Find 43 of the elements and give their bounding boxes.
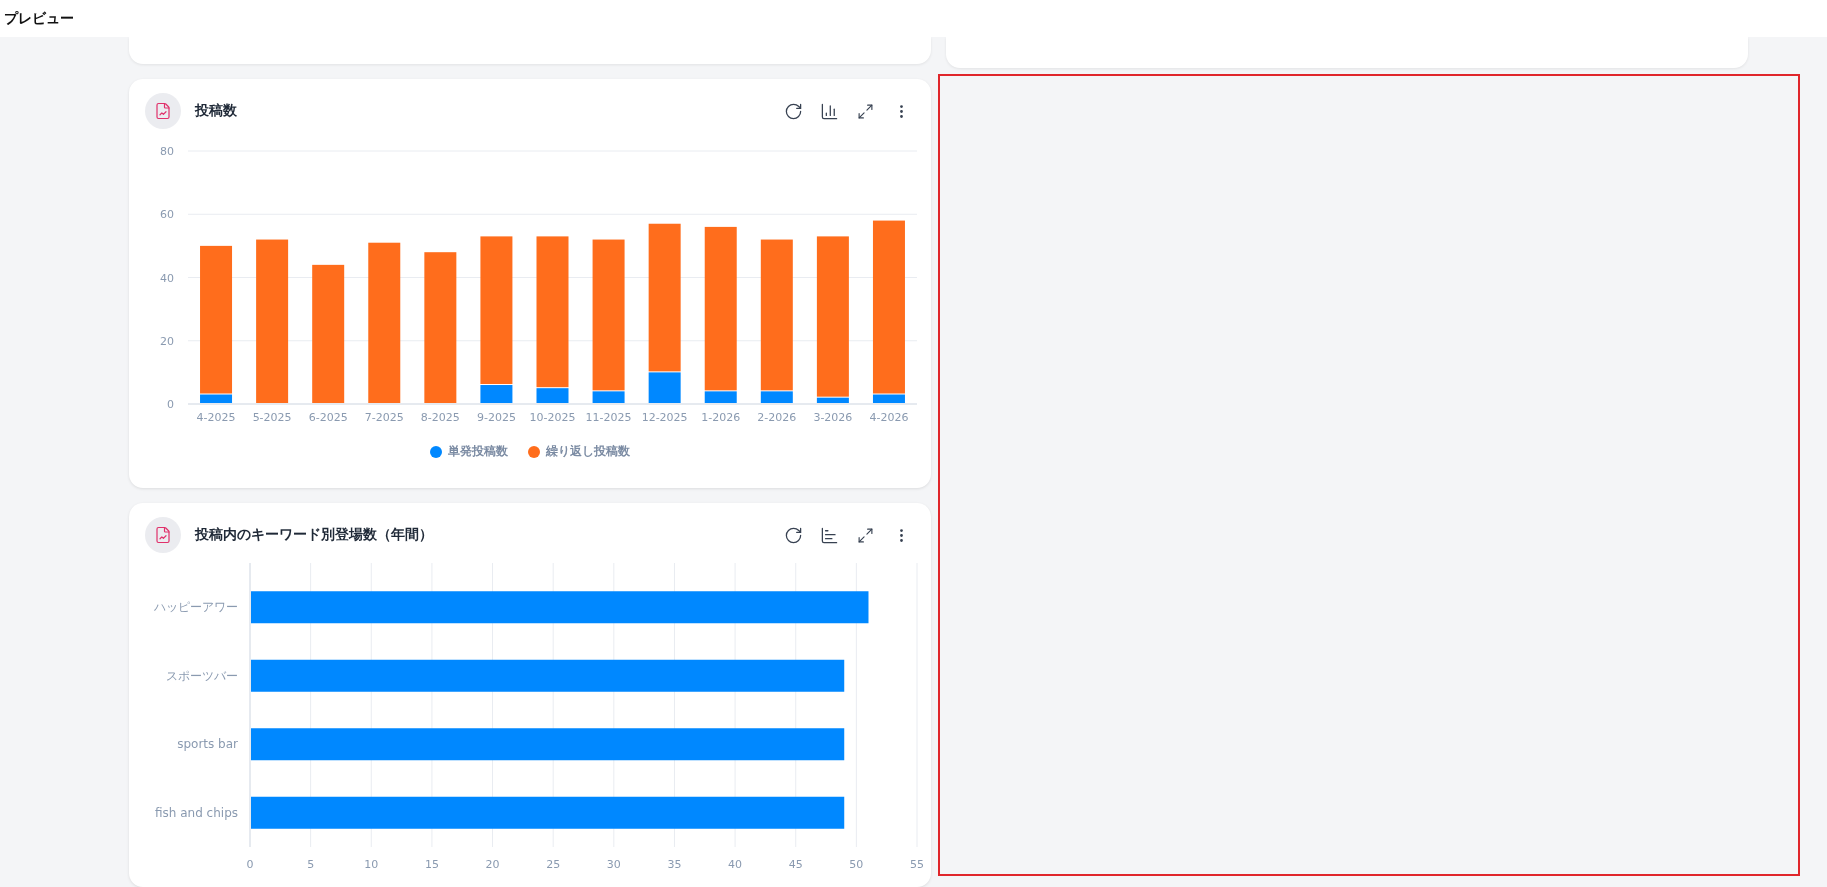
expand-icon[interactable] — [856, 526, 874, 544]
axis-tick-label: 60 — [160, 208, 174, 222]
axis-tick-label: 50 — [849, 858, 864, 871]
axis-tick-label: 15 — [424, 858, 439, 871]
axis-tick-label: fish and chips — [154, 805, 238, 820]
page-title: プレビュー — [4, 9, 74, 28]
chart-file-icon — [145, 517, 181, 553]
axis-tick-label: 7-2025 — [364, 411, 404, 424]
axis-tick-label: 12-2025 — [641, 411, 688, 424]
axis-tick-label: 20 — [160, 334, 174, 348]
axis-tick-label: 45 — [788, 858, 803, 871]
axis-tick-label: 9-2025 — [476, 411, 516, 424]
axis-tick-label: 1-2026 — [701, 411, 741, 424]
legend-label[interactable]: 繰り返し投稿数 — [546, 443, 630, 460]
axis-tick-label: 40 — [160, 271, 174, 285]
axis-tick-label: sports bar — [177, 737, 238, 752]
axis-tick-label: 0 — [246, 858, 254, 871]
axis-tick-label: 10 — [364, 858, 379, 871]
axis-tick-label: 11-2025 — [585, 411, 632, 424]
card-title: 投稿数 — [195, 102, 238, 120]
card-title: 投稿内のキーワード別登場数（年間） — [195, 526, 434, 544]
axis-tick-label: 55 — [910, 858, 924, 871]
axis-tick-label: ハッピーアワー — [154, 600, 238, 615]
expand-icon[interactable] — [856, 102, 874, 120]
axis-tick-label: 2-2026 — [757, 411, 797, 424]
axis-tick-label: 6-2025 — [308, 411, 348, 424]
axis-tick-label: 30 — [606, 858, 621, 871]
axis-tick-label: 5-2025 — [252, 411, 292, 424]
legend-label[interactable]: 単発投稿数 — [448, 443, 508, 460]
axis-tick-label: 4-2026 — [869, 411, 909, 424]
axis-tick-label: 25 — [546, 858, 561, 871]
axis-tick-label: 80 — [160, 145, 174, 158]
axis-tick-label: 3-2026 — [813, 411, 853, 424]
axis-tick-label: 40 — [728, 858, 743, 871]
axis-tick-label: 20 — [485, 858, 500, 871]
axis-tick-label: 35 — [667, 858, 682, 871]
axis-tick-label: 0 — [167, 398, 174, 411]
axis-tick-label: スポーツバー — [166, 668, 238, 683]
chart-file-icon — [145, 93, 181, 129]
axis-tick-label: 8-2025 — [420, 411, 460, 424]
axis-tick-label: 10-2025 — [529, 411, 576, 424]
axis-tick-label: 4-2025 — [196, 411, 236, 424]
axis-tick-label: 5 — [307, 858, 315, 871]
